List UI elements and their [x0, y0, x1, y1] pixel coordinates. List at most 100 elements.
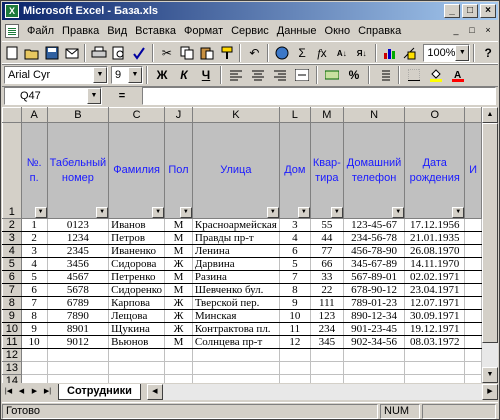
table-cell[interactable]: 5 — [278, 257, 311, 271]
undo-icon[interactable]: ↶ — [245, 43, 263, 63]
close-button[interactable]: × — [480, 4, 496, 18]
menu-insert[interactable]: Вставка — [131, 25, 180, 37]
table-cell[interactable]: Сидоренко — [108, 283, 166, 297]
table-cell[interactable] — [20, 348, 48, 362]
table-cell[interactable]: 12 — [278, 335, 311, 349]
table-cell[interactable]: Лещова — [108, 309, 166, 323]
table-cell[interactable]: 234-56-78 — [342, 231, 406, 245]
table-cell[interactable]: Сидорова — [108, 257, 166, 271]
table-cell[interactable]: Ж — [164, 296, 193, 310]
table-cell[interactable] — [404, 348, 466, 362]
table-cell[interactable]: Солнцева пр-т — [191, 335, 280, 349]
table-cell[interactable]: Ж — [164, 257, 193, 271]
table-cell[interactable]: 8 — [20, 309, 48, 323]
horizontal-scroll-track[interactable] — [163, 384, 482, 400]
new-icon[interactable] — [3, 43, 21, 63]
row-header[interactable]: 14 — [2, 374, 22, 383]
table-cell[interactable] — [464, 283, 482, 297]
table-cell[interactable]: 7 — [278, 270, 311, 284]
table-cell[interactable]: 55 — [309, 218, 344, 232]
table-cell[interactable]: 901-23-45 — [342, 322, 406, 336]
paste-icon[interactable] — [198, 43, 216, 63]
table-cell[interactable] — [108, 348, 166, 362]
minimize-button[interactable]: _ — [444, 4, 460, 18]
save-icon[interactable] — [43, 43, 61, 63]
autofilter-dropdown-icon[interactable]: ▼ — [96, 207, 108, 218]
column-header[interactable]: A — [20, 107, 48, 123]
table-cell[interactable]: 0123 — [46, 218, 110, 232]
table-cell[interactable] — [164, 361, 193, 375]
table-cell[interactable]: 02.02.1971 — [404, 270, 466, 284]
chevron-down-icon[interactable]: ▼ — [128, 67, 142, 83]
row-header[interactable]: 2 — [2, 218, 22, 232]
hyperlink-icon[interactable] — [273, 43, 291, 63]
name-box[interactable]: Q47 ▼ — [4, 87, 102, 105]
table-cell[interactable] — [309, 374, 344, 383]
table-cell[interactable]: 26.08.1970 — [404, 244, 466, 258]
table-cell[interactable] — [464, 218, 482, 232]
autofilter-dropdown-icon[interactable]: ▼ — [452, 207, 464, 218]
table-cell[interactable]: 3 — [20, 244, 48, 258]
menu-data[interactable]: Данные — [273, 25, 321, 37]
table-cell[interactable]: М — [164, 218, 193, 232]
prev-sheet-icon[interactable]: ◀ — [15, 385, 28, 399]
table-cell[interactable] — [464, 296, 482, 310]
table-cell[interactable]: 22 — [309, 283, 344, 297]
italic-button[interactable]: К — [174, 65, 194, 85]
open-icon[interactable] — [23, 43, 41, 63]
align-left-icon[interactable] — [226, 65, 246, 85]
table-cell[interactable]: 10 — [278, 309, 311, 323]
table-cell[interactable]: Тверской пер. — [191, 296, 280, 310]
table-cell[interactable] — [108, 374, 166, 383]
table-cell[interactable]: 77 — [309, 244, 344, 258]
table-cell[interactable]: Шевченко бул. — [191, 283, 280, 297]
table-cell[interactable] — [342, 374, 406, 383]
table-cell[interactable] — [464, 335, 482, 349]
table-cell[interactable]: 4 — [20, 257, 48, 271]
table-cell[interactable] — [464, 348, 482, 362]
table-cell[interactable]: М — [164, 231, 193, 245]
table-cell[interactable] — [464, 270, 482, 284]
column-header[interactable] — [464, 107, 482, 123]
row-header[interactable]: 5 — [2, 257, 22, 271]
table-cell[interactable] — [342, 348, 406, 362]
table-cell[interactable]: Красноармейская — [191, 218, 280, 232]
table-cell[interactable]: 5 — [20, 270, 48, 284]
row-header[interactable]: 7 — [2, 283, 22, 297]
menu-format[interactable]: Формат — [180, 25, 227, 37]
table-cell[interactable]: 8 — [278, 283, 311, 297]
column-header[interactable]: B — [46, 107, 110, 123]
column-header[interactable]: L — [278, 107, 311, 123]
help-icon[interactable]: ? — [479, 43, 497, 63]
table-cell[interactable]: 19.12.1971 — [404, 322, 466, 336]
chevron-down-icon[interactable]: ▼ — [455, 45, 470, 61]
chevron-down-icon[interactable]: ▼ — [93, 67, 107, 83]
table-cell[interactable] — [278, 374, 311, 383]
column-header[interactable]: O — [404, 107, 466, 123]
autofilter-dropdown-icon[interactable]: ▼ — [179, 207, 192, 218]
row-header[interactable]: 1 — [2, 122, 22, 219]
table-cell[interactable] — [20, 361, 48, 375]
table-cell[interactable] — [278, 361, 311, 375]
table-cell[interactable]: 10 — [20, 335, 48, 349]
preview-icon[interactable] — [110, 43, 128, 63]
borders-icon[interactable] — [404, 65, 424, 85]
table-cell[interactable]: Ленина — [191, 244, 280, 258]
table-cell[interactable]: 5678 — [46, 283, 110, 297]
fill-color-icon[interactable] — [426, 65, 446, 85]
table-cell[interactable]: 234 — [309, 322, 344, 336]
autofilter-dropdown-icon[interactable]: ▼ — [266, 207, 279, 218]
table-cell[interactable]: Ж — [164, 322, 193, 336]
workbook-icon[interactable] — [5, 23, 19, 38]
table-cell[interactable]: Петров — [108, 231, 166, 245]
table-cell[interactable]: 456-78-90 — [342, 244, 406, 258]
chevron-down-icon[interactable]: ▼ — [87, 88, 101, 104]
format-painter-icon[interactable] — [218, 43, 236, 63]
table-cell[interactable]: 123-45-67 — [342, 218, 406, 232]
table-cell[interactable]: 11 — [278, 322, 311, 336]
table-cell[interactable]: 902-34-56 — [342, 335, 406, 349]
table-cell[interactable] — [342, 361, 406, 375]
field-header-cell[interactable]: И — [464, 122, 482, 219]
maximize-button[interactable]: □ — [462, 4, 478, 18]
table-cell[interactable]: 6 — [278, 244, 311, 258]
